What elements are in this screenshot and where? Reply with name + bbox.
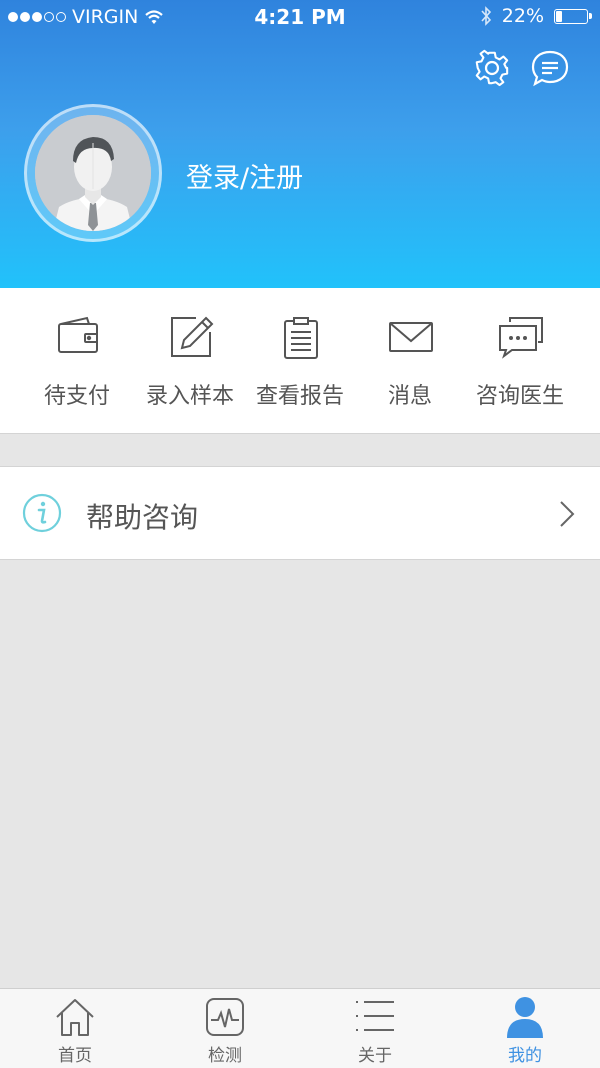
home-icon [56,999,94,1036]
menu-item-pending-payment[interactable]: 待支付 [22,288,132,433]
status-bar: VIRGIN 4:21 PM 22% [0,0,600,34]
tab-label: 关于 [358,1046,392,1066]
tab-mine[interactable]: 我的 [450,989,600,1068]
tab-label: 检测 [208,1046,242,1066]
pulse-icon [206,998,244,1036]
message-icon[interactable] [530,48,570,88]
login-register-link[interactable]: 登录/注册 [186,156,303,195]
battery-icon [554,8,592,24]
edit-icon [171,316,214,357]
info-icon [22,493,62,533]
avatar[interactable] [24,104,162,242]
user-icon [507,997,543,1038]
quick-actions-menu: 待支付 录入样本 查看报告 消息 咨询医生 [0,288,600,434]
bluetooth-icon [481,6,491,26]
bottom-tab-bar: 首页 检测 关于 我的 [0,988,600,1068]
list-icon [356,1001,394,1031]
menu-item-label: 录入样本 [145,384,234,409]
tab-home[interactable]: 首页 [0,989,150,1068]
help-consult-label: 帮助咨询 [86,501,199,534]
menu-item-label: 待支付 [43,384,110,409]
envelope-icon [389,322,433,352]
menu-item-label: 查看报告 [255,384,344,409]
profile-header: VIRGIN 4:21 PM 22% 登录/注册 [0,0,600,288]
menu-item-consult-doctor[interactable]: 咨询医生 [465,288,575,433]
avatar-image [35,115,151,231]
help-consult-row[interactable]: 帮助咨询 [0,466,600,560]
wallet-icon [58,316,98,353]
tab-detect[interactable]: 检测 [150,989,300,1068]
battery-percent: 22% [501,5,544,27]
menu-item-label: 咨询医生 [475,384,564,409]
menu-item-label: 消息 [387,384,432,409]
clipboard-icon [284,317,318,359]
tab-about[interactable]: 关于 [300,989,450,1068]
tab-label: 我的 [508,1046,542,1066]
menu-item-enter-sample[interactable]: 录入样本 [135,288,245,433]
settings-gear-icon[interactable] [472,48,512,88]
chevron-right-icon [560,501,575,527]
menu-item-view-report[interactable]: 查看报告 [245,288,355,433]
menu-item-messages[interactable]: 消息 [355,288,465,433]
chat-icon [499,317,543,359]
tab-label: 首页 [58,1046,92,1066]
